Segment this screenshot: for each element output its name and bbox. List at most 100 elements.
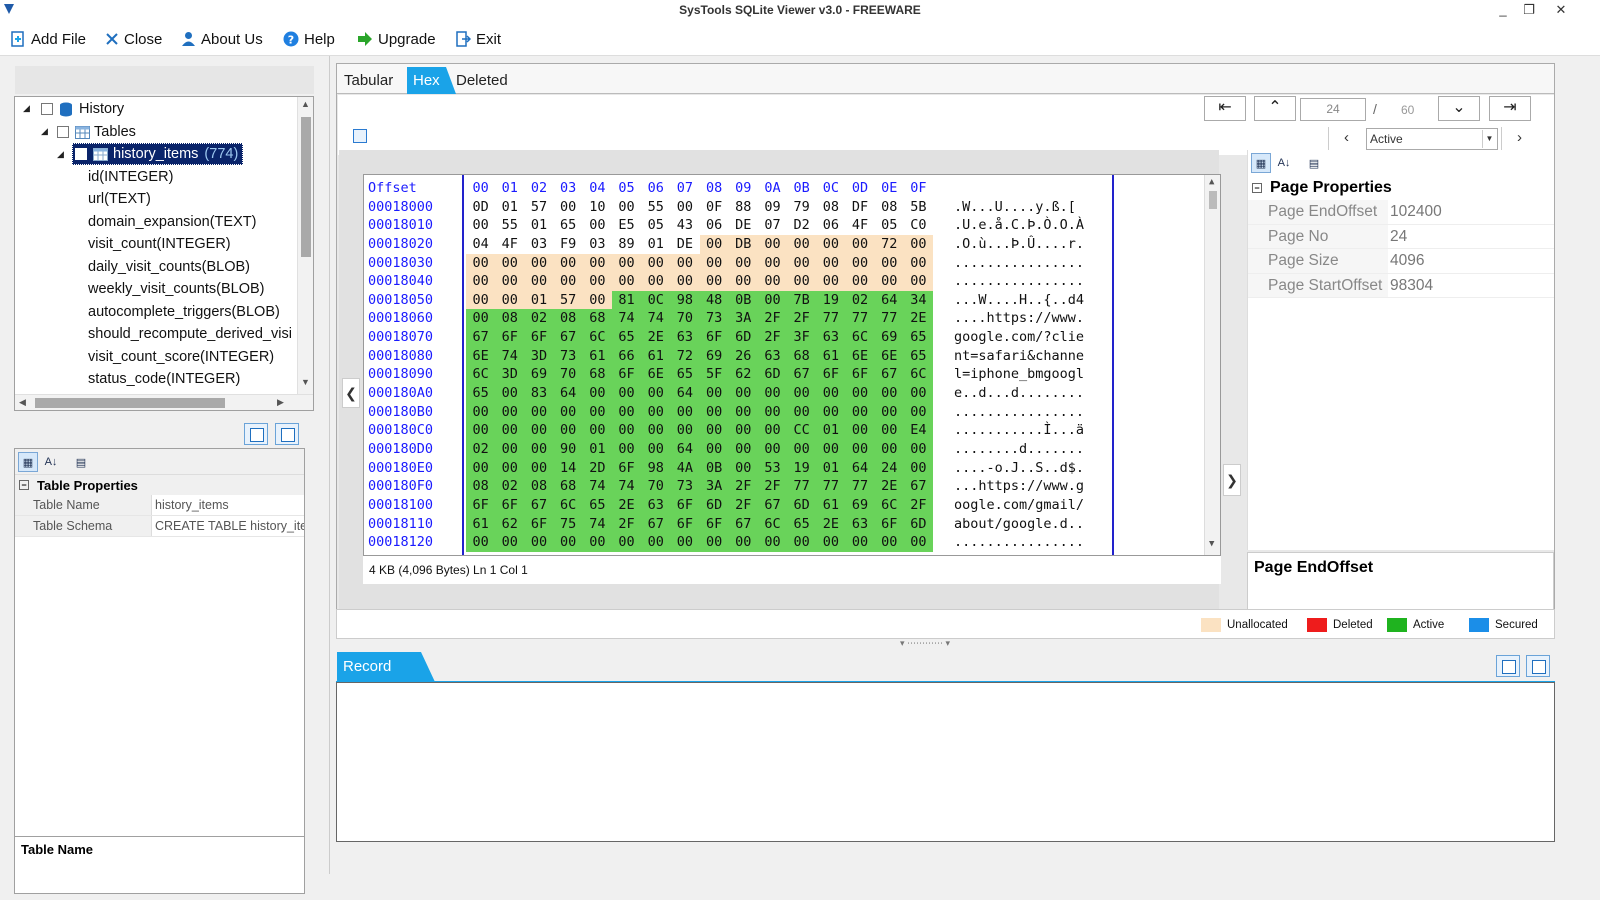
hex-byte[interactable]: 00 <box>728 421 758 440</box>
scroll-up-icon[interactable]: ▲ <box>1209 177 1214 187</box>
ascii-row[interactable]: ....https://www. <box>954 309 1111 328</box>
hex-byte[interactable]: 08 <box>466 477 496 496</box>
collapse-icon[interactable]: ◢ <box>23 103 30 114</box>
hex-byte[interactable]: 67 <box>728 514 758 534</box>
hex-byte[interactable]: 69 <box>845 495 875 515</box>
hex-row[interactable]: 00 55 01 65 00 E5 05 43 06 DE 07 D2 06 4F 05 C0 <box>466 216 933 235</box>
hex-byte[interactable]: 6C <box>903 365 933 385</box>
restore-button[interactable]: ❐ <box>1516 2 1542 18</box>
hex-byte[interactable]: E4 <box>903 421 933 440</box>
ascii-row[interactable]: e..d...d........ <box>954 384 1111 403</box>
hex-row[interactable]: 00 00 00 00 00 00 00 00 00 00 00 00 00 00 00 00 <box>466 253 933 273</box>
previous-page-button[interactable]: ⌃ <box>1254 96 1296 121</box>
scroll-thumb[interactable] <box>1209 191 1217 209</box>
hex-byte[interactable]: 4F <box>845 216 874 235</box>
hex-byte[interactable]: 65 <box>466 384 496 403</box>
hex-byte[interactable]: 6F <box>611 365 642 385</box>
hex-byte[interactable]: 00 <box>582 402 612 422</box>
tree-column[interactable]: weekly_visit_counts(BLOB) <box>88 278 265 300</box>
hex-byte[interactable]: 01 <box>582 439 612 459</box>
hex-byte[interactable]: 00 <box>582 533 612 552</box>
tree-column[interactable]: domain_expansion(TEXT) <box>88 211 256 233</box>
hex-byte[interactable]: 00 <box>845 421 875 440</box>
hex-byte[interactable]: 70 <box>670 309 700 329</box>
hex-byte[interactable]: 05 <box>875 216 904 235</box>
scroll-right-icon[interactable]: ▶ <box>277 397 284 408</box>
hex-byte[interactable]: 65 <box>582 495 612 515</box>
hex-byte[interactable]: 77 <box>787 477 817 496</box>
record-grid[interactable] <box>336 682 1555 842</box>
hex-byte[interactable]: 2F <box>903 495 933 515</box>
hex-byte[interactable]: 72 <box>874 234 904 254</box>
hex-byte[interactable]: 00 <box>699 384 729 403</box>
hex-byte[interactable]: 6D <box>728 328 758 347</box>
ascii-row[interactable]: oogle.com/gmail/ <box>954 496 1111 515</box>
hex-byte[interactable]: 0B <box>728 290 758 310</box>
hex-byte[interactable]: 00 <box>816 402 846 422</box>
hex-byte[interactable]: 00 <box>903 439 933 459</box>
property-pages-icon[interactable]: ▤ <box>71 452 91 472</box>
hex-byte[interactable]: 0C <box>641 290 671 310</box>
hex-byte[interactable]: 57 <box>524 198 553 217</box>
hex-byte[interactable]: 08 <box>875 198 904 217</box>
ascii-row[interactable]: .W...U....y.ß.[ <box>954 198 1111 217</box>
hex-byte[interactable]: 67 <box>787 365 817 385</box>
previous-record-icon[interactable]: ❮ <box>342 378 360 408</box>
hex-byte[interactable]: 14 <box>553 458 583 478</box>
hex-byte[interactable]: 00 <box>787 533 817 552</box>
ascii-row[interactable]: ...........Ì...ä <box>954 421 1111 440</box>
scroll-left-icon[interactable]: ◀ <box>19 397 26 408</box>
hex-byte[interactable]: 63 <box>845 514 875 534</box>
hex-row[interactable]: 04 4F 03 F9 03 89 01 DE 00 DB 00 00 00 00 72 00 <box>466 234 933 254</box>
hex-byte[interactable]: 03 <box>583 235 612 254</box>
hex-byte[interactable]: 00 <box>466 290 496 310</box>
hex-byte[interactable]: 89 <box>612 235 641 254</box>
hex-byte[interactable]: 2F <box>757 328 788 347</box>
hex-byte[interactable]: 6F <box>699 514 729 534</box>
hex-byte[interactable]: 08 <box>495 309 525 329</box>
hex-byte[interactable]: 00 <box>816 384 846 403</box>
exit-button[interactable]: Exit <box>456 28 501 50</box>
tree-column[interactable]: should_recompute_derived_visi <box>88 323 292 345</box>
tree-column[interactable]: status_code(INTEGER) <box>88 368 240 390</box>
hex-byte[interactable]: 00 <box>611 253 642 273</box>
hex-byte[interactable]: 64 <box>670 384 700 403</box>
hex-byte[interactable]: 67 <box>757 495 788 515</box>
property-row[interactable]: Page No 24 <box>1248 224 1554 249</box>
hex-byte[interactable]: DF <box>845 198 874 217</box>
hex-byte[interactable]: 4A <box>670 458 700 478</box>
hex-byte[interactable]: 6C <box>553 495 583 515</box>
hex-byte[interactable]: 63 <box>757 346 788 366</box>
tree-node-history-items[interactable]: history_items (774) <box>72 143 244 165</box>
hex-row[interactable]: 0D 01 57 00 10 00 55 00 0F 88 09 79 08 DF 08 5B <box>466 198 933 217</box>
hex-byte[interactable]: E5 <box>612 216 641 235</box>
hex-byte[interactable]: 62 <box>728 365 758 385</box>
hex-byte[interactable]: 61 <box>466 514 496 534</box>
hex-byte[interactable]: 00 <box>583 216 612 235</box>
close-file-button[interactable]: Close <box>105 28 162 50</box>
hex-byte[interactable]: 67 <box>466 328 496 347</box>
hex-byte[interactable]: 00 <box>466 272 496 291</box>
hex-byte[interactable]: 00 <box>611 533 642 552</box>
hex-byte[interactable]: 00 <box>874 272 904 291</box>
tree-node-history[interactable]: History <box>41 98 124 120</box>
sort-alphabetical-icon[interactable]: A↓ <box>1274 153 1294 173</box>
hex-byte[interactable]: 00 <box>757 290 788 310</box>
ascii-column[interactable]: .W...U....y.ß.[.U.e.å.C.Þ.Ò.O.À .O.ù...Þ.… <box>954 198 1111 552</box>
hex-byte[interactable]: 68 <box>787 346 817 366</box>
hex-byte[interactable]: 00 <box>553 402 583 422</box>
hex-byte[interactable]: 43 <box>670 216 699 235</box>
hex-byte[interactable]: 02 <box>524 309 554 329</box>
hex-byte[interactable]: 00 <box>903 253 933 273</box>
next-page-button[interactable]: ⌄ <box>1438 96 1480 121</box>
hex-byte[interactable]: 00 <box>466 421 496 440</box>
hex-byte[interactable]: 6F <box>670 495 700 515</box>
hex-byte[interactable]: 65 <box>903 346 933 366</box>
collapse-icon[interactable]: ◢ <box>41 126 48 137</box>
hex-byte[interactable]: 7B <box>787 290 817 310</box>
hex-row[interactable]: 02 00 00 90 01 00 00 64 00 00 00 00 00 00 00 00 <box>466 439 933 459</box>
hex-byte[interactable]: 2E <box>611 495 642 515</box>
hex-byte[interactable]: 63 <box>816 328 846 347</box>
hex-byte[interactable]: 00 <box>641 253 671 273</box>
hex-byte[interactable]: 00 <box>903 533 933 552</box>
